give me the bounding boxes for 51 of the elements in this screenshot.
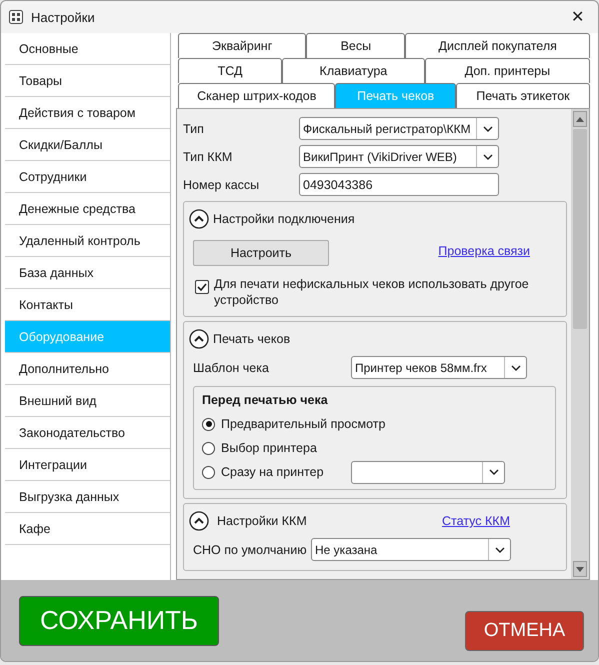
- kkm-status-link[interactable]: Статус ККМ: [442, 514, 510, 528]
- collapse-icon[interactable]: [189, 329, 209, 349]
- tab[interactable]: Весы: [306, 33, 406, 58]
- radio-option[interactable]: Предварительный просмотр: [202, 414, 386, 434]
- collapse-icon[interactable]: [189, 511, 209, 531]
- tab[interactable]: Печать этикеток: [456, 83, 590, 108]
- tab[interactable]: Доп. принтеры: [424, 58, 590, 83]
- radio-option[interactable]: Выбор принтера: [202, 438, 351, 458]
- group-title: Перед печатью чека: [202, 393, 329, 407]
- scroll-up-icon[interactable]: [576, 116, 584, 122]
- dropdown[interactable]: Фискальный регистратор\ККМ: [299, 117, 499, 140]
- radio-option[interactable]: Сразу на принтер: [202, 462, 351, 482]
- field-label: Тип: [183, 122, 205, 136]
- collapse-icon[interactable]: [189, 209, 209, 229]
- check-icon: [197, 283, 207, 291]
- field-label: Тип ККМ: [183, 150, 234, 164]
- field-label: СНО по умолчанию: [193, 542, 308, 556]
- radio-button[interactable]: [202, 442, 215, 454]
- cancel-button[interactable]: ОТМЕНА: [465, 610, 584, 650]
- printer-dropdown[interactable]: [351, 460, 505, 484]
- radio-button[interactable]: [202, 418, 215, 430]
- section-title: Печать чеков: [213, 332, 292, 346]
- dropdown[interactable]: ВикиПринт (VikiDriver WEB): [299, 145, 499, 168]
- save-button[interactable]: СОХРАНИТЬ: [19, 596, 219, 646]
- caret-icon: [482, 126, 492, 132]
- scrollbar[interactable]: [571, 109, 589, 579]
- checkbox[interactable]: [195, 280, 209, 294]
- caret-icon: [482, 154, 492, 160]
- scroll-down-icon[interactable]: [576, 566, 584, 572]
- app-icon: [9, 10, 23, 24]
- radio-button[interactable]: [202, 466, 215, 478]
- check-connection-link[interactable]: Проверка связи: [438, 244, 530, 258]
- configure-button[interactable]: Настроить: [193, 240, 329, 266]
- caret-icon: [494, 546, 504, 552]
- tab[interactable]: Клавиатура: [282, 58, 425, 83]
- tab[interactable]: Дисплей покупателя: [405, 33, 590, 58]
- dropdown[interactable]: Не указана: [311, 538, 511, 561]
- section-title: Настройки ККМ: [216, 514, 308, 528]
- field-label: Номер кассы: [183, 178, 260, 192]
- caret-icon: [510, 364, 520, 370]
- tab[interactable]: ТСД: [178, 58, 282, 83]
- close-button[interactable]: ✕: [565, 7, 590, 27]
- section-title: Настройки подключения: [213, 212, 356, 226]
- tab[interactable]: Эквайринг: [178, 33, 306, 58]
- dropdown[interactable]: Принтер чеков 58мм.frx: [351, 356, 527, 379]
- window-title: Настройки: [31, 10, 96, 24]
- caret-icon: [488, 469, 498, 475]
- field-label: Шаблон чека: [193, 360, 270, 374]
- tab[interactable]: Сканер штрих-кодов: [178, 83, 336, 108]
- input-field[interactable]: 0493043386: [299, 173, 499, 196]
- checkbox-label: Для печати нефискальных чеков использовать другое устройство: [214, 276, 530, 308]
